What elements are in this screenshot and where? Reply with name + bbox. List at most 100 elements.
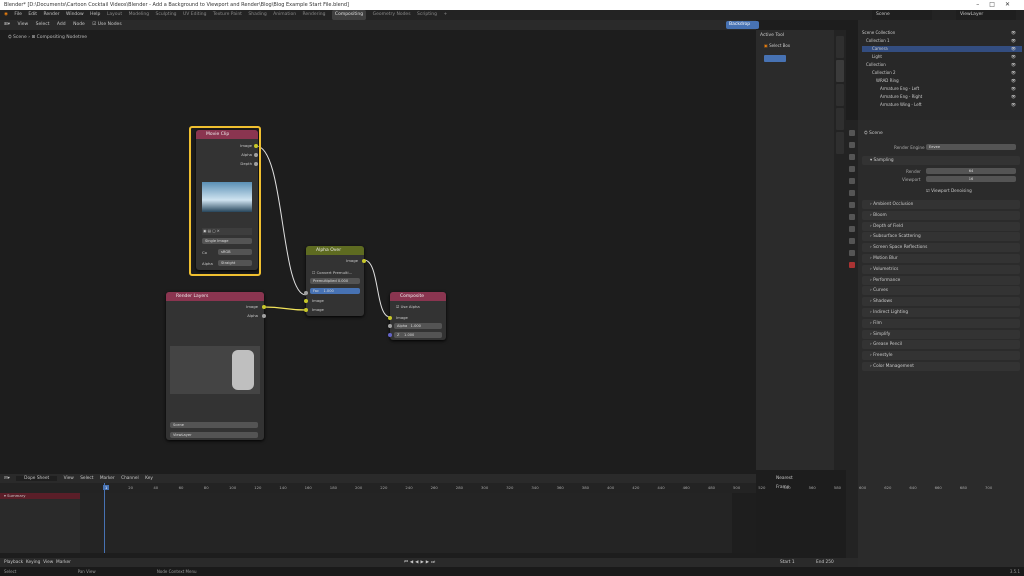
world-tab-icon[interactable] xyxy=(849,190,855,196)
tab-node-wrangler[interactable] xyxy=(836,132,844,154)
visibility-eye-icon[interactable]: 👁 xyxy=(1011,86,1016,92)
properties-panel[interactable]: › Grease Pencil xyxy=(862,340,1020,350)
outliner-row[interactable]: Armature Wing - Left 👁 xyxy=(862,102,1022,108)
output-tab-icon[interactable] xyxy=(849,154,855,160)
properties-panel[interactable]: › Motion Blur xyxy=(862,254,1020,263)
physics-tab-icon[interactable] xyxy=(849,238,855,244)
editor-type-icon[interactable]: ⊟▾ xyxy=(4,476,10,481)
outliner-row[interactable]: Camera 👁 xyxy=(862,46,1022,52)
sampling-panel[interactable]: ▾ Sampling xyxy=(862,156,1020,165)
visibility-eye-icon[interactable]: 👁 xyxy=(1011,70,1016,76)
tab-tool[interactable] xyxy=(836,60,844,82)
socket-image-in[interactable] xyxy=(388,316,392,320)
convert-premultiplied-checkbox[interactable]: ☐ Convert Premulti... xyxy=(312,270,352,275)
composite-node[interactable]: Composite ☑ Use Alpha Image Alpha 1.000 … xyxy=(388,292,446,340)
visibility-eye-icon[interactable]: 👁 xyxy=(1011,94,1016,100)
properties-panel[interactable]: › Color Management xyxy=(862,362,1020,371)
object-tab-icon[interactable] xyxy=(849,214,855,220)
outliner-row[interactable]: WRAD Ring 👁 xyxy=(862,78,1022,84)
constraints-tab-icon[interactable] xyxy=(849,250,855,256)
menu-marker[interactable]: Marker xyxy=(100,476,115,481)
properties-panel[interactable]: › Subsurface Scattering xyxy=(862,232,1020,242)
use-alpha-checkbox[interactable]: ☑ Use Alpha xyxy=(396,304,420,309)
outliner-row[interactable]: Light 👁 xyxy=(862,54,1022,60)
visibility-eye-icon[interactable]: 👁 xyxy=(1011,78,1016,84)
scene-dropdown[interactable]: Scene xyxy=(170,422,258,428)
visibility-eye-icon[interactable]: 👁 xyxy=(1011,38,1016,44)
outliner-row[interactable]: Collection 1 👁 xyxy=(862,38,1022,44)
dopesheet-area[interactable]: ▾ Summary xyxy=(0,483,756,553)
samples-render-field[interactable]: 64 xyxy=(926,168,1016,174)
properties-panel[interactable]: › Bloom xyxy=(862,210,1020,220)
transport-controls[interactable]: ⏮◀◀▶▶⏭ xyxy=(404,558,437,567)
playback-menu[interactable]: Playback xyxy=(4,560,23,565)
visibility-eye-icon[interactable]: 👁 xyxy=(1011,54,1016,60)
menu-channel[interactable]: Channel xyxy=(121,476,139,481)
socket-fac-in[interactable] xyxy=(304,291,308,295)
samples-viewport-field[interactable]: 16 xyxy=(926,176,1016,182)
dopesheet-mode-dropdown[interactable]: Dope Sheet xyxy=(16,476,58,481)
properties-panel[interactable]: › Indirect Lighting xyxy=(862,308,1020,317)
visibility-eye-icon[interactable]: 👁 xyxy=(1011,46,1016,52)
socket-z-in[interactable] xyxy=(388,333,392,337)
outliner-row[interactable]: Scene Collection 👁 xyxy=(862,30,1022,36)
visibility-eye-icon[interactable]: 👁 xyxy=(1011,30,1016,36)
menu-view[interactable]: View xyxy=(64,476,74,481)
render-engine-dropdown[interactable]: Eevee xyxy=(926,144,1016,150)
socket-alpha-in[interactable] xyxy=(388,324,392,328)
start-frame-field[interactable]: Start 1 xyxy=(780,558,795,567)
render-layers-node-header[interactable]: Render Layers xyxy=(166,292,264,301)
properties-panel[interactable]: › Depth of Field xyxy=(862,221,1020,231)
outliner-row[interactable]: Armature Eng - Left 👁 xyxy=(862,86,1022,92)
tab-view[interactable] xyxy=(836,84,844,106)
frame-ruler[interactable]: 1 20 40 60 80 100 120 140 160 180 200 220 240 260 280 3… xyxy=(0,483,992,493)
tab-options[interactable] xyxy=(836,108,844,130)
outliner-row[interactable]: Collection 2 👁 xyxy=(862,70,1022,76)
render-layers-node[interactable]: Render Layers Image Alpha Scene ViewLaye… xyxy=(166,292,266,440)
menu-select[interactable]: Select xyxy=(80,476,93,481)
tab-node[interactable] xyxy=(836,36,844,58)
properties-panel[interactable]: › Screen Space Reflections xyxy=(862,243,1020,253)
render-tab-icon[interactable] xyxy=(849,142,855,148)
view-layer-dropdown[interactable]: ViewLayer xyxy=(170,432,258,438)
properties-panel[interactable]: › Volumetrics xyxy=(862,264,1020,274)
properties-panel[interactable]: › Simplify xyxy=(862,329,1020,339)
properties-panel[interactable]: › Performance xyxy=(862,275,1020,285)
marker-menu[interactable]: Marker xyxy=(56,560,71,565)
modifier-tab-icon[interactable] xyxy=(849,226,855,232)
visibility-eye-icon[interactable]: 👁 xyxy=(1011,102,1016,108)
view-menu[interactable]: View xyxy=(43,560,53,565)
alpha-over-node-header[interactable]: Alpha Over xyxy=(306,246,364,255)
select-box-tool[interactable]: ▣ Select Box xyxy=(764,43,790,48)
tool-mode-buttons[interactable] xyxy=(764,55,786,62)
scene-tab-icon[interactable] xyxy=(849,178,855,184)
viewport-denoising-checkbox[interactable]: ☑ Viewport Denoising xyxy=(926,188,972,193)
collection-tab-icon[interactable] xyxy=(849,202,855,208)
outliner-row[interactable]: Collection 👁 xyxy=(862,62,1022,68)
properties-panel[interactable]: › Ambient Occlusion xyxy=(862,200,1020,209)
properties-panel[interactable]: › Freestyle xyxy=(862,351,1020,361)
view-layer-tab-icon[interactable] xyxy=(849,166,855,172)
fac-field[interactable]: Fac 1.000 xyxy=(310,288,360,294)
tool-tab-icon[interactable] xyxy=(849,130,855,136)
end-frame-field[interactable]: End 250 xyxy=(816,558,834,567)
socket-image-out[interactable] xyxy=(362,259,366,263)
outliner-row[interactable]: Armature Eng - Right 👁 xyxy=(862,94,1022,100)
texture-tab-icon[interactable] xyxy=(849,262,855,268)
alpha-over-node[interactable]: Alpha Over Image ☐ Convert Premulti... P… xyxy=(304,246,366,316)
socket-image-in-2[interactable] xyxy=(304,308,308,312)
socket-alpha-out[interactable] xyxy=(262,314,266,318)
premultiplied-field[interactable]: Premultiplied 0.000 xyxy=(310,278,360,284)
properties-panel[interactable]: › Curves xyxy=(862,286,1020,296)
alpha-field[interactable]: Alpha 1.000 xyxy=(394,323,442,329)
visibility-eye-icon[interactable]: 👁 xyxy=(1011,62,1016,68)
keying-menu[interactable]: Keying xyxy=(26,560,40,565)
socket-image-in-1[interactable] xyxy=(304,299,308,303)
menu-key[interactable]: Key xyxy=(145,476,153,481)
z-field[interactable]: Z 1.000 xyxy=(394,332,442,338)
properties-panel[interactable]: › Shadows xyxy=(862,297,1020,307)
socket-image-out[interactable] xyxy=(262,305,266,309)
playhead[interactable] xyxy=(104,483,105,553)
properties-panel[interactable]: › Film xyxy=(862,318,1020,328)
composite-node-header[interactable]: Composite xyxy=(390,292,446,301)
